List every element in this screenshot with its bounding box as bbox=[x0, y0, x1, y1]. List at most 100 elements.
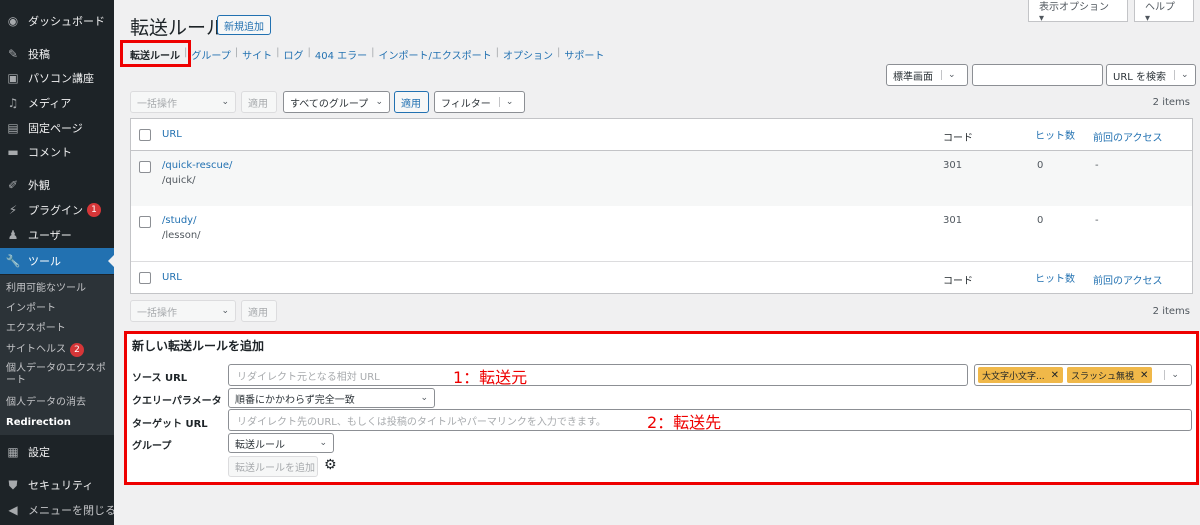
option-tag-case[interactable]: 大文字小文字... ✕ bbox=[978, 367, 1063, 383]
select-all-checkbox[interactable] bbox=[139, 129, 151, 141]
subnav-site[interactable]: サイト bbox=[242, 47, 272, 62]
screen-options-button[interactable]: 表示オプション ▾ bbox=[1028, 0, 1128, 24]
table-header-row: URL コード ヒット数 前回のアクセス bbox=[131, 119, 1192, 151]
redirects-table: URL コード ヒット数 前回のアクセス /quick-rescue/ /qui… bbox=[130, 118, 1193, 294]
submenu-redirection[interactable]: Redirection bbox=[6, 417, 110, 429]
chevron-down-icon: ⌄ bbox=[319, 438, 327, 448]
group-select[interactable]: 転送ルール ⌄ bbox=[228, 433, 334, 453]
sidebar-item-dashboard[interactable]: ◉ ダッシュボード bbox=[0, 10, 114, 32]
collapse-icon: ◀ bbox=[8, 503, 18, 517]
page-title: 転送ルール bbox=[130, 17, 226, 39]
wrench-icon: 🔧 bbox=[5, 254, 21, 268]
sidebar-item-tools[interactable]: 🔧 ツール bbox=[0, 248, 114, 274]
submenu-site-health[interactable]: サイトヘルス 2 bbox=[6, 343, 110, 357]
bulk-action-select[interactable]: 一括操作 ⌄ bbox=[130, 91, 236, 113]
sidebar-item-posts[interactable]: ✎ 投稿 bbox=[0, 43, 114, 65]
subnav-support[interactable]: サポート bbox=[564, 47, 604, 62]
chevron-down-icon: ⌄ bbox=[1174, 70, 1189, 80]
add-redirect-button[interactable]: 転送ルールを追加 bbox=[228, 456, 318, 477]
sidebar-item-media[interactable]: ♫ メディア bbox=[0, 92, 114, 114]
chevron-down-icon: ⌄ bbox=[1164, 370, 1179, 380]
bulk-action-select-bottom[interactable]: 一括操作 ⌄ bbox=[130, 300, 236, 322]
add-redirect-title: 新しい転送ルールを追加 bbox=[132, 339, 265, 353]
redirection-subnav: 転送ルール | グループ | サイト | ログ | 404 エラー | インポート/エクス… bbox=[130, 47, 605, 62]
group-apply-button[interactable]: 適用 bbox=[394, 91, 429, 113]
gear-icon[interactable]: ⚙ bbox=[324, 457, 337, 473]
chevron-down-icon: ⌄ bbox=[221, 306, 229, 316]
chevron-down-icon: ⌄ bbox=[941, 70, 956, 80]
close-icon[interactable]: ✕ bbox=[1051, 370, 1059, 381]
submenu-import[interactable]: インポート bbox=[6, 303, 110, 315]
row-code: 301 bbox=[943, 160, 963, 171]
bulk-apply-button[interactable]: 適用 bbox=[241, 91, 277, 113]
collapse-menu-button[interactable]: ◀ メニューを閉じる bbox=[0, 499, 114, 521]
select-all-checkbox-footer[interactable] bbox=[139, 272, 151, 284]
sidebar-item-comments[interactable]: ▬ コメント bbox=[0, 141, 114, 163]
sidebar-item-security[interactable]: ⛊ セキュリティ bbox=[0, 474, 114, 496]
dashboard-icon: ◉ bbox=[7, 14, 19, 28]
annotation-source: 1：転送元 bbox=[453, 368, 528, 387]
admin-sidebar: ◉ ダッシュボード ✎ 投稿 ▣ パソコン講座 ♫ メディア ▤ 固定ページ ▬… bbox=[0, 0, 114, 525]
column-url[interactable]: URL bbox=[162, 272, 182, 283]
column-hits[interactable]: ヒット数 bbox=[1035, 270, 1075, 285]
help-button[interactable]: ヘルプ ▾ bbox=[1134, 0, 1194, 24]
site-health-badge: 2 bbox=[70, 343, 84, 357]
subnav-groups[interactable]: グループ bbox=[191, 47, 230, 62]
row-source-url[interactable]: /study/ bbox=[162, 215, 196, 226]
plugin-icon: ⚡ bbox=[8, 203, 18, 217]
settings-icon: ▦ bbox=[7, 445, 19, 459]
column-hits[interactable]: ヒット数 bbox=[1035, 127, 1075, 142]
close-icon[interactable]: ✕ bbox=[1140, 370, 1148, 381]
row-checkbox[interactable] bbox=[139, 216, 151, 228]
search-by-select[interactable]: URL を検索 ⌄ bbox=[1106, 64, 1196, 86]
row-code: 301 bbox=[943, 215, 963, 226]
view-mode-select[interactable]: 標準画面 ⌄ bbox=[886, 64, 968, 86]
source-url-label: ソース URL bbox=[132, 373, 188, 384]
subnav-log[interactable]: ログ bbox=[284, 47, 304, 62]
query-param-select[interactable]: 順番にかかわらず完全一致 ⌄ bbox=[228, 388, 435, 408]
pin-icon: ✎ bbox=[7, 47, 19, 61]
row-checkbox[interactable] bbox=[139, 161, 151, 173]
row-source-url[interactable]: /quick-rescue/ bbox=[162, 160, 232, 171]
query-param-label: クエリーパラメータ bbox=[132, 396, 222, 407]
subnav-import-export[interactable]: インポート/エクスポート bbox=[379, 47, 492, 62]
source-url-input[interactable]: リダイレクト元となる相対 URL bbox=[228, 364, 968, 386]
submenu-available-tools[interactable]: 利用可能なツール bbox=[6, 283, 110, 295]
subnav-404[interactable]: 404 エラー bbox=[315, 47, 367, 62]
table-footer-row: URL コード ヒット数 前回のアクセス bbox=[131, 262, 1192, 293]
table-row: /quick-rescue/ /quick/ 301 0 - bbox=[131, 151, 1192, 206]
row-target-url: /lesson/ bbox=[162, 230, 201, 241]
option-tag-slash[interactable]: スラッシュ無視 ✕ bbox=[1066, 367, 1153, 383]
row-hits: 0 bbox=[1037, 215, 1044, 226]
subnav-options[interactable]: オプション bbox=[503, 47, 553, 62]
sidebar-item-plugins[interactable]: ⚡ プラグイン 1 bbox=[0, 199, 114, 221]
sidebar-item-settings[interactable]: ▦ 設定 bbox=[0, 441, 114, 463]
chevron-down-icon: ⌄ bbox=[498, 97, 513, 107]
submenu-export-personal-data[interactable]: 個人データのエクスポート bbox=[6, 363, 110, 387]
tools-submenu: 利用可能なツール インポート エクスポート サイトヘルス 2 個人データのエクスポ… bbox=[0, 275, 114, 435]
sidebar-item-pc-course[interactable]: ▣ パソコン講座 bbox=[0, 67, 114, 89]
column-last-access[interactable]: 前回のアクセス bbox=[1093, 272, 1163, 287]
search-input[interactable] bbox=[972, 64, 1103, 86]
bulk-apply-button-bottom[interactable]: 適用 bbox=[241, 300, 277, 322]
group-filter-select[interactable]: すべてのグループ ⌄ bbox=[283, 91, 390, 113]
column-code: コード bbox=[943, 276, 973, 287]
column-code: コード bbox=[943, 133, 973, 144]
match-options-select[interactable]: 大文字小文字... ✕ スラッシュ無視 ✕ ⌄ bbox=[974, 364, 1192, 386]
column-url[interactable]: URL bbox=[162, 129, 182, 140]
submenu-erase-personal-data[interactable]: 個人データの消去 bbox=[6, 397, 110, 409]
column-last-access[interactable]: 前回のアクセス bbox=[1093, 129, 1163, 144]
media-icon: ♫ bbox=[7, 96, 19, 110]
brush-icon: ✐ bbox=[7, 178, 19, 192]
shield-icon: ⛊ bbox=[8, 477, 18, 492]
sidebar-item-users[interactable]: ♟ ユーザー bbox=[0, 224, 114, 246]
table-row: /study/ /lesson/ 301 0 - bbox=[131, 206, 1192, 262]
chevron-down-icon: ⌄ bbox=[221, 97, 229, 107]
filter-select[interactable]: フィルター ⌄ bbox=[434, 91, 525, 113]
submenu-export[interactable]: エクスポート bbox=[6, 323, 110, 335]
plugin-update-badge: 1 bbox=[87, 203, 101, 217]
add-new-button[interactable]: 新規追加 bbox=[217, 15, 271, 35]
sidebar-item-pages[interactable]: ▤ 固定ページ bbox=[0, 117, 114, 139]
sidebar-item-appearance[interactable]: ✐ 外観 bbox=[0, 174, 114, 196]
monitor-icon: ▣ bbox=[7, 71, 19, 85]
